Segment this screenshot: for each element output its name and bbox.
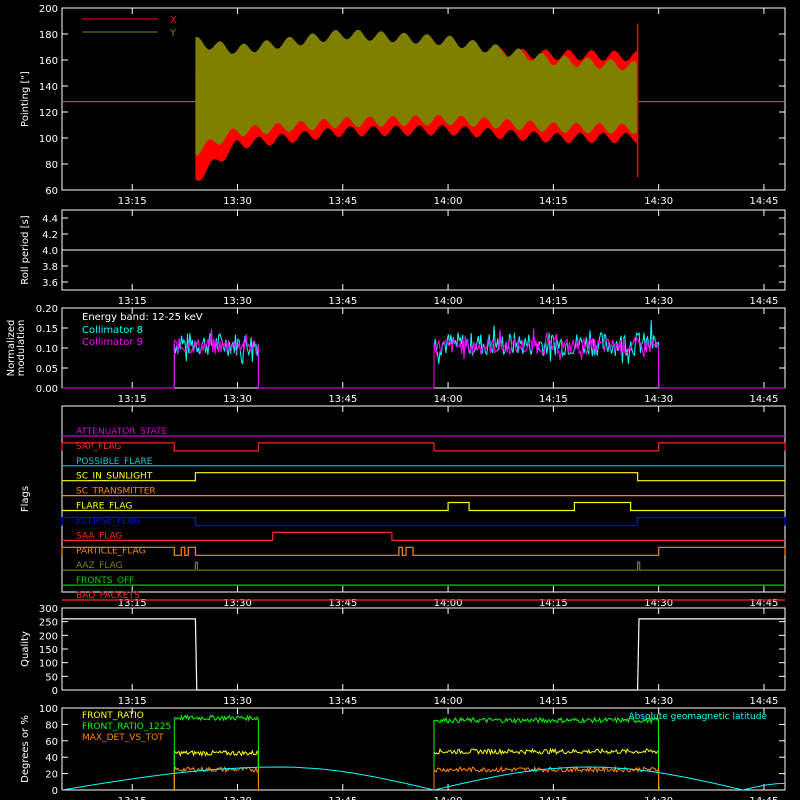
flag-label: SAP_FLAG	[76, 442, 121, 452]
y-axis-label: Roll period [s]	[20, 215, 31, 284]
flag-label: ATTENUATOR_STATE	[76, 427, 168, 437]
flag-label: AAZ_FLAG	[76, 561, 123, 571]
y-axis-label: Degrees or %	[20, 715, 31, 783]
y-tick-label: 0	[52, 686, 58, 697]
latitude-annotation: Absolute geomagnetic latitude	[628, 712, 767, 722]
x-tick-label: 14:15	[539, 796, 568, 800]
x-tick-label: 14:30	[644, 696, 673, 707]
x-tick-label: 14:45	[750, 196, 779, 207]
y-axis-label: Flags	[20, 486, 31, 512]
x-tick-label: 14:30	[644, 196, 673, 207]
y-tick-label: 160	[39, 56, 58, 67]
x-tick-label: 13:45	[328, 394, 357, 405]
y-tick-label: 150	[39, 645, 58, 656]
x-tick-label: 13:30	[223, 796, 252, 800]
x-tick-label: 14:00	[434, 796, 463, 800]
x-tick-label: 14:30	[644, 296, 673, 307]
x-tick-label: 13:45	[328, 696, 357, 707]
y-tick-label: 120	[39, 108, 58, 119]
x-tick-label: 14:00	[434, 696, 463, 707]
y-tick-label: 60	[45, 737, 58, 748]
legend-label: MAX_DET_VS_TOT	[82, 733, 164, 743]
y-tick-label: 100	[39, 134, 58, 145]
y-tick-label: 180	[39, 30, 58, 41]
x-tick-label: 14:45	[750, 696, 779, 707]
y-tick-label: 3.6	[42, 278, 58, 289]
x-tick-label: 13:45	[328, 796, 357, 800]
y-tick-label: 4.4	[42, 214, 58, 225]
x-tick-label: 14:30	[644, 796, 673, 800]
legend-label: Collimator 9	[82, 337, 143, 348]
y-tick-label: 4.2	[42, 230, 58, 241]
x-tick-label: 13:15	[118, 296, 147, 307]
y-tick-label: 200	[39, 631, 58, 642]
flag-label: POSSIBLE_FLARE	[76, 457, 153, 467]
x-tick-label: 14:15	[539, 696, 568, 707]
y-tick-label: 0.20	[36, 304, 58, 315]
y-tick-label: 40	[45, 753, 58, 764]
y-axis-label: Quality	[20, 631, 31, 667]
x-tick-label: 13:30	[223, 296, 252, 307]
y-tick-label: 140	[39, 82, 58, 93]
flag-label: FLARE_FLAG	[76, 502, 132, 512]
y-tick-label: 300	[39, 604, 58, 615]
y-tick-label: 0.05	[36, 364, 58, 375]
y-axis-label: Pointing ["]	[20, 71, 31, 127]
x-tick-label: 13:15	[118, 196, 147, 207]
x-tick-label: 13:45	[328, 296, 357, 307]
legend-label: Collimator 8	[82, 325, 143, 336]
y-tick-label: 60	[45, 186, 58, 197]
y-tick-label: 80	[45, 720, 58, 731]
x-tick-label: 14:45	[750, 796, 779, 800]
x-tick-label: 13:15	[118, 696, 147, 707]
x-tick-label: 13:30	[223, 696, 252, 707]
x-tick-label: 14:30	[644, 394, 673, 405]
y-tick-label: 0.00	[36, 384, 58, 395]
x-tick-label: 14:00	[434, 196, 463, 207]
flag-label: FRONTS_OFF	[76, 576, 134, 586]
x-tick-label: 14:45	[750, 296, 779, 307]
y-tick-label: 4.0	[42, 246, 58, 257]
x-tick-label: 14:00	[434, 394, 463, 405]
y-tick-label: 0.10	[36, 344, 58, 355]
legend-label: FRONT_RATIO	[82, 711, 144, 721]
x-tick-label: 14:15	[539, 296, 568, 307]
legend-label-X: X	[170, 15, 177, 26]
flag-label: SC_IN_SUNLIGHT	[76, 472, 153, 482]
y-tick-label: 100	[39, 704, 58, 715]
telemetry-chart: 13:15 13:30 13:45 14:00 14:15 14:30 14:45 Point…	[0, 0, 800, 800]
x-tick-label: 14:45	[750, 394, 779, 405]
y-tick-label: 0	[52, 786, 58, 797]
x-tick-label: 14:00	[434, 296, 463, 307]
x-tick-label: 13:30	[223, 394, 252, 405]
flag-label: BAD_PACKETS	[76, 591, 140, 601]
legend-label: FRONT_RATIO_1225	[82, 722, 171, 732]
x-tick-label: 13:30	[223, 196, 252, 207]
x-tick-label: 14:15	[539, 394, 568, 405]
y-tick-label: 250	[39, 618, 58, 629]
x-tick-label: 13:15	[118, 394, 147, 405]
y-tick-label: 3.8	[42, 262, 58, 273]
y-tick-label: 0.15	[36, 324, 58, 335]
y-tick-label: 80	[45, 160, 58, 171]
flag-label: ECLIPSE_FLAG	[76, 516, 140, 526]
x-tick-label: 13:45	[328, 196, 357, 207]
flag-label: PARTICLE_FLAG	[76, 546, 146, 556]
x-tick-label: 14:15	[539, 196, 568, 207]
y-tick-label: 200	[39, 4, 58, 15]
y-tick-label: 100	[39, 659, 58, 670]
flag-label: SC_TRANSMITTER	[76, 487, 156, 497]
flag-label: SAA_FLAG	[76, 531, 122, 541]
y-tick-label: 20	[45, 770, 58, 781]
y-axis-label: modulation	[16, 320, 27, 377]
x-tick-label: 13:15	[118, 796, 147, 800]
legend-label-Y: Y	[169, 28, 177, 39]
y-tick-label: 50	[45, 672, 58, 683]
energy-band-annotation: Energy band: 12-25 keV	[82, 312, 203, 323]
